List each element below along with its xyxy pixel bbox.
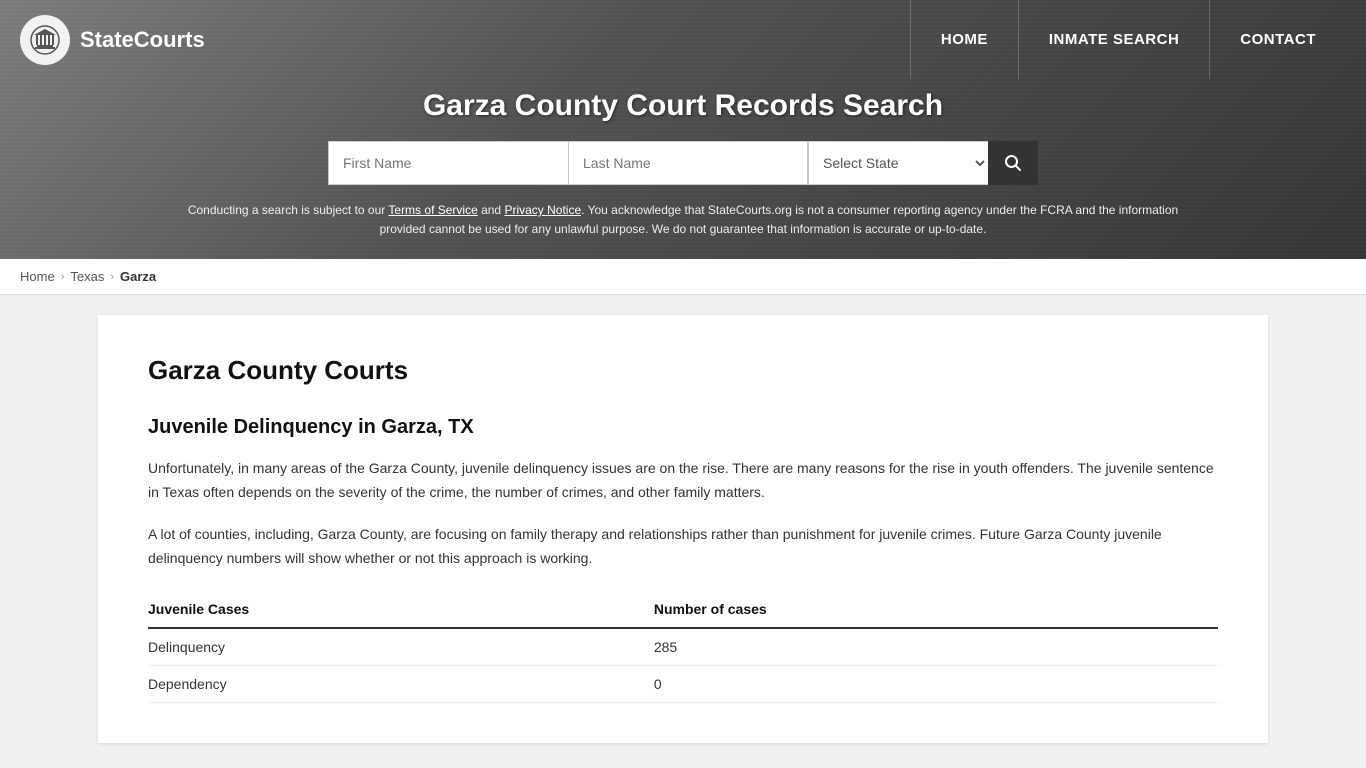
last-name-input[interactable] [568, 141, 808, 185]
case-type-cell: Dependency [148, 665, 654, 702]
breadcrumb-home[interactable]: Home [20, 269, 55, 284]
juvenile-cases-table: Juvenile Cases Number of cases Delinquen… [148, 591, 1218, 703]
table-row: Delinquency285 [148, 628, 1218, 666]
hero-section: Garza County Court Records Search Select… [0, 79, 1366, 259]
section-title: Juvenile Delinquency in Garza, TX [148, 416, 1218, 439]
paragraph-1: Unfortunately, in many areas of the Garz… [148, 457, 1218, 505]
page-title: Garza County Courts [148, 355, 1218, 386]
case-count-cell: 0 [654, 665, 1218, 702]
hero-title: Garza County Court Records Search [20, 89, 1346, 123]
navbar: StateCourts HOME INMATE SEARCH CONTACT [0, 0, 1366, 79]
nav-links: HOME INMATE SEARCH CONTACT [910, 0, 1346, 79]
table-row: Dependency0 [148, 665, 1218, 702]
case-type-cell: Delinquency [148, 628, 654, 666]
main-content: Garza County Courts Juvenile Delinquency… [98, 315, 1268, 742]
breadcrumb-state[interactable]: Texas [70, 269, 104, 284]
breadcrumb-sep-2: › [110, 271, 114, 283]
breadcrumb-county: Garza [120, 269, 156, 284]
disclaimer: Conducting a search is subject to our Te… [183, 201, 1183, 239]
logo-link[interactable]: StateCourts [20, 15, 205, 65]
table-header-row: Juvenile Cases Number of cases [148, 591, 1218, 628]
search-button[interactable] [988, 141, 1038, 185]
case-count-cell: 285 [654, 628, 1218, 666]
nav-inmate-search[interactable]: INMATE SEARCH [1018, 0, 1209, 79]
nav-contact[interactable]: CONTACT [1209, 0, 1346, 79]
disclaimer-middle: and [478, 203, 505, 217]
search-icon [1004, 154, 1022, 172]
site-header: StateCourts HOME INMATE SEARCH CONTACT G… [0, 0, 1366, 259]
col-header-cases: Juvenile Cases [148, 591, 654, 628]
privacy-link[interactable]: Privacy Notice [504, 203, 581, 217]
disclaimer-before: Conducting a search is subject to our [188, 203, 389, 217]
search-bar: Select State Alabama Alaska Arizona Arka… [20, 141, 1346, 185]
first-name-input[interactable] [328, 141, 568, 185]
terms-link[interactable]: Terms of Service [388, 203, 477, 217]
col-header-count: Number of cases [654, 591, 1218, 628]
paragraph-2: A lot of counties, including, Garza Coun… [148, 523, 1218, 571]
breadcrumb-sep-1: › [61, 271, 65, 283]
logo-icon [20, 15, 70, 65]
breadcrumb: Home › Texas › Garza [0, 259, 1366, 295]
state-select[interactable]: Select State Alabama Alaska Arizona Arka… [808, 141, 988, 185]
nav-home[interactable]: HOME [910, 0, 1018, 79]
logo-text: StateCourts [80, 27, 205, 53]
